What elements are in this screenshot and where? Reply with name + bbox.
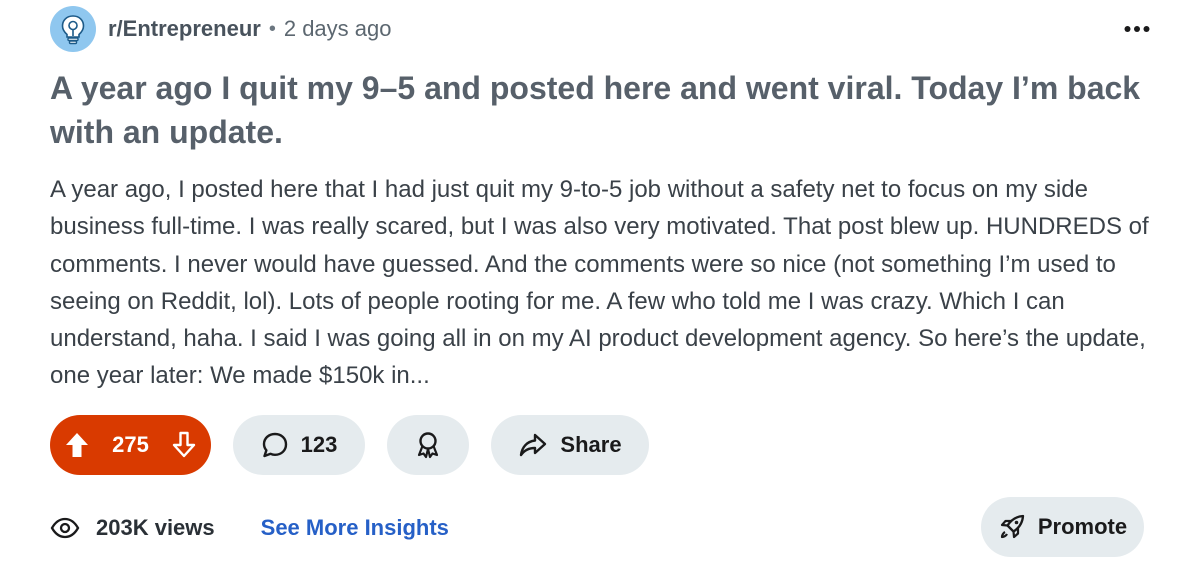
post-title[interactable]: A year ago I quit my 9–5 and posted here… [50,66,1150,154]
upvote-arrow-icon [64,431,90,459]
see-more-insights-link[interactable]: See More Insights [261,515,449,541]
comment-bubble-icon [261,431,289,459]
share-arrow-icon [518,431,548,459]
lightbulb-icon [58,13,88,45]
post-body[interactable]: A year ago, I posted here that I had jus… [50,171,1160,395]
upvote-button[interactable] [64,431,90,459]
promote-label: Promote [1037,514,1128,539]
post-card: r/Entrepreneur • 2 days ago A year ago I… [0,0,1200,579]
more-options-button[interactable] [1122,14,1152,44]
share-button[interactable]: Share [491,415,649,475]
comment-count: 123 [300,432,338,457]
vote-count: 275 [112,432,149,457]
comments-button[interactable]: 123 [233,415,365,475]
downvote-button[interactable] [171,431,197,459]
post-header: r/Entrepreneur • 2 days ago [50,6,391,52]
subreddit-avatar[interactable] [50,6,96,52]
post-footer: 203K views See More Insights [50,508,449,548]
more-options-icon [1124,25,1150,33]
promote-button[interactable]: Promote [981,497,1144,557]
eye-icon [50,517,80,539]
view-count: 203K views [50,515,215,541]
rocket-icon [998,513,1026,541]
award-icon [413,430,443,460]
downvote-arrow-icon [171,431,197,459]
subreddit-name[interactable]: r/Entrepreneur [108,16,261,42]
separator-dot: • [268,17,276,40]
views-label: 203K views [96,515,215,540]
post-timestamp: 2 days ago [283,16,392,41]
action-bar: 275 123 Share [50,415,649,475]
vote-control: 275 [50,415,211,475]
award-button[interactable] [387,415,469,475]
share-label: Share [560,432,622,457]
